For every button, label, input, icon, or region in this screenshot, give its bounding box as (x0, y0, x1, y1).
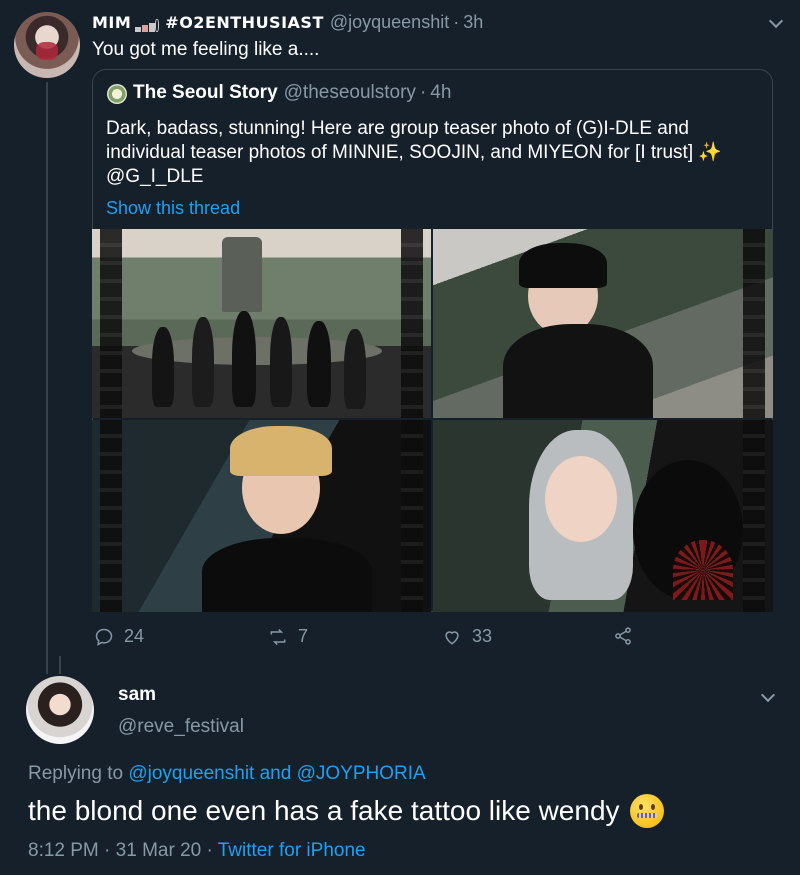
quoted-display-name: The Seoul Story (133, 82, 278, 103)
quoted-text-line: Dark, badass, stunning! Here are group t… (106, 118, 689, 139)
avatar[interactable] (26, 676, 94, 744)
tweet-date[interactable]: 31 Mar 20 (116, 840, 202, 861)
show-thread-link[interactable]: Show this thread (106, 198, 240, 219)
display-name[interactable]: sam (118, 684, 156, 706)
mention-link[interactable]: @JOYPHORIA (297, 763, 426, 784)
tweet-text: You got me feeling like a.... (92, 39, 320, 60)
tweet-time[interactable]: 8:12 PM (28, 840, 99, 861)
reply-icon (95, 628, 113, 646)
quoted-tweet-time: 4h (430, 82, 452, 103)
share-icon (615, 627, 631, 645)
bar-chart-emoji-icon (135, 18, 161, 32)
quoted-tweet-text: Dark, badass, stunning! Here are group t… (106, 117, 756, 189)
reply-count: 24 (124, 626, 145, 646)
quoted-tweet-header: The Seoul Story @theseoulstory · 4h (133, 82, 451, 104)
teaser-photo-miyeon[interactable] (433, 420, 773, 612)
sparkles-icon: ✨ (698, 142, 723, 163)
teaser-photo-minnie[interactable] (433, 229, 773, 418)
photo-grid (92, 229, 773, 612)
display-name-suffix[interactable]: #O2ENTHUSIAST (165, 13, 324, 32)
tweet-time[interactable]: 3h (463, 12, 483, 33)
zipper-mouth-face-icon (629, 794, 664, 828)
avatar[interactable] (14, 12, 80, 78)
tweet-meta: 8:12 PM · 31 Mar 20 · Twitter for iPhone (28, 840, 366, 861)
reply-text: the blond one even has a fake tattoo lik… (28, 794, 664, 828)
teaser-photo-group[interactable] (92, 229, 431, 418)
teaser-photo-soojin[interactable] (92, 420, 431, 612)
tweet-header: MIM #O2ENTHUSIAST @joyqueenshit · 3h (92, 12, 483, 33)
thread-connector (59, 656, 61, 674)
retweet-count: 7 (298, 626, 309, 646)
heart-icon (445, 630, 459, 645)
like-button[interactable]: 33 (442, 626, 492, 647)
replying-to-line: Replying to @joyqueenshit and @JOYPHORIA (28, 763, 426, 784)
chevron-down-icon[interactable] (770, 16, 782, 28)
quoted-text-line-2: individual teaser photos of MINNIE, SOOJ… (106, 142, 723, 163)
retweet-button[interactable]: 7 (268, 626, 308, 647)
thread-line (46, 82, 48, 674)
quoted-text-line-3: @G_I_DLE (106, 166, 204, 187)
separator-dot: · (419, 82, 427, 103)
separator-dot: · (453, 12, 460, 32)
quoted-user-handle: @theseoulstory (283, 82, 416, 103)
mention-link[interactable]: @joyqueenshit (128, 763, 254, 784)
and-label: and (259, 763, 292, 784)
user-handle[interactable]: @reve_festival (118, 716, 244, 738)
share-button[interactable] (613, 626, 643, 646)
chevron-down-icon[interactable] (762, 690, 774, 702)
like-count: 33 (472, 626, 493, 646)
retweet-icon (270, 628, 286, 645)
user-handle[interactable]: @joyqueenshit (330, 12, 449, 33)
source-link[interactable]: Twitter for iPhone (218, 840, 366, 861)
quoted-avatar (107, 84, 127, 104)
display-name[interactable]: MIM (92, 13, 131, 32)
reply-button[interactable]: 24 (94, 626, 144, 647)
